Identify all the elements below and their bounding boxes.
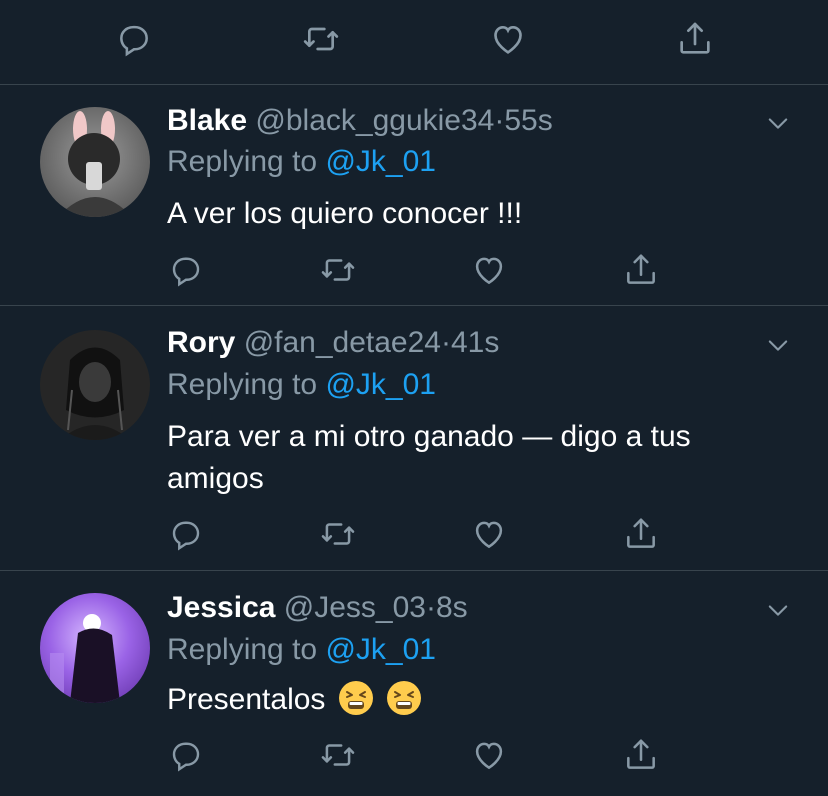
chevron-down-icon [768,340,788,351]
tired-face-emoji-icon [387,681,422,715]
tweet-text: A ver los quiero conocer !!! [167,197,523,230]
tweet-item[interactable]: Blake @black_ggukie34·55s Replying to @J… [0,85,828,306]
reply-button[interactable] [164,512,208,556]
reply-button[interactable] [112,17,156,61]
reply-button[interactable] [164,248,208,292]
tweet-menu-button[interactable] [758,325,798,365]
tweet-item[interactable]: Jessica @Jess_03·8s Replying to @Jk_01 P… [0,571,828,796]
replying-to: Replying to @Jk_01 [167,367,436,403]
mention-link[interactable]: @Jk_01 [325,368,436,401]
retweet-button[interactable] [299,17,343,61]
tweet-text: Para ver a mi otro ganado — digo a tus a… [167,420,691,495]
user-handle[interactable]: @fan_detae24 [244,326,441,359]
avatar[interactable] [40,593,150,703]
retweet-button[interactable] [316,512,360,556]
user-handle[interactable]: @black_ggukie34 [255,104,494,137]
avatar[interactable] [40,107,150,217]
share-icon [627,739,655,769]
share-button[interactable] [673,17,717,61]
reply-icon [172,521,200,551]
separator: · [426,591,436,624]
timestamp[interactable]: 55s [504,104,552,137]
retweet-icon [303,27,339,51]
share-icon [680,22,710,54]
reply-icon [172,742,200,772]
mention-link[interactable]: @Jk_01 [325,145,436,178]
tweet-item[interactable]: Rory @fan_detae24·41s Replying to @Jk_01… [0,306,828,571]
tweet-menu-button[interactable] [758,103,798,143]
replying-to: Replying to @Jk_01 [167,632,436,668]
like-icon [475,257,503,285]
like-button[interactable] [467,512,511,556]
share-icon [627,254,655,284]
display-name[interactable]: Blake [167,104,247,137]
display-name[interactable]: Jessica [167,591,275,624]
avatar-image [58,111,132,217]
share-button[interactable] [619,248,663,292]
tweet-header: Jessica @Jess_03·8s [167,590,468,626]
user-handle[interactable]: @Jess_03 [284,591,426,624]
retweet-button[interactable] [316,248,360,292]
reply-icon [172,257,200,287]
like-button[interactable] [467,248,511,292]
chevron-down-icon [768,118,788,129]
share-button[interactable] [619,733,663,777]
avatar[interactable] [40,330,150,440]
timestamp[interactable]: 41s [451,326,499,359]
like-button[interactable] [467,733,511,777]
retweet-icon [321,744,355,766]
share-icon [627,518,655,548]
tweet-menu-button[interactable] [758,590,798,630]
avatar-image [50,614,120,703]
tweet-header: Rory @fan_detae24·41s [167,325,499,361]
replying-to: Replying to @Jk_01 [167,144,436,180]
like-button[interactable] [486,17,530,61]
replying-prefix: Replying to [167,145,326,178]
chevron-down-icon [768,605,788,616]
retweet-icon [321,523,355,545]
tweet-header: Blake @black_ggukie34·55s [167,103,553,139]
like-icon [475,742,503,770]
timestamp[interactable]: 8s [436,591,468,624]
like-icon [494,25,522,54]
separator: · [494,104,505,137]
reply-button[interactable] [164,733,208,777]
replying-prefix: Replying to [167,633,326,666]
reply-icon [120,25,148,57]
share-button[interactable] [619,512,663,556]
display-name[interactable]: Rory [167,326,235,359]
avatar-image [60,347,130,440]
tweet-text: Presentalos [167,683,326,716]
tweet-text-container: Presentalos [167,679,767,721]
separator: · [441,326,451,359]
retweet-button[interactable] [316,733,360,777]
previous-tweet-actions [0,0,828,85]
mention-link[interactable]: @Jk_01 [325,633,436,666]
tired-face-emoji-icon [338,681,373,715]
replying-prefix: Replying to [167,368,326,401]
retweet-icon [321,259,355,281]
like-icon [475,521,503,549]
